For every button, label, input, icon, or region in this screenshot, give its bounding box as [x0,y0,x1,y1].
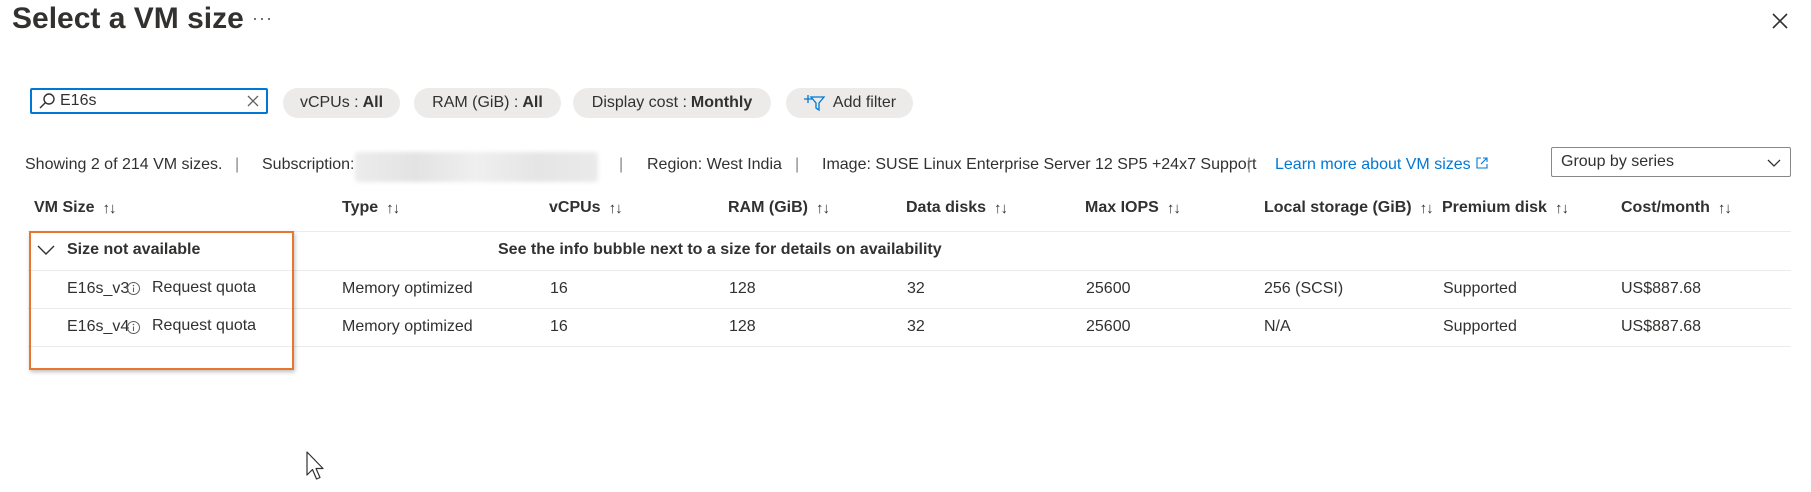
column-header-data-disks[interactable]: Data disks ↑↓ [906,199,1008,217]
mouse-cursor-icon [306,451,324,480]
cell-ram: 128 [729,280,756,297]
page-title: Select a VM size [12,2,244,35]
sort-icon: ↑↓ [1166,199,1181,217]
group-info-text: See the info bubble next to a size for d… [498,241,942,258]
ram-filter-value: All [522,94,543,111]
cell-premium-disk: Supported [1443,280,1517,297]
more-options-button[interactable]: ··· [252,8,273,29]
cell-max-iops: 25600 [1086,280,1131,297]
column-header-label: Data disks [906,199,987,216]
column-header-label: Premium disk [1442,199,1547,216]
column-header-label: Max IOPS [1085,199,1159,216]
search-box[interactable] [30,88,268,114]
cell-data-disks: 32 [907,318,925,335]
column-header-label: Local storage (GiB) [1264,199,1412,216]
chevron-down-icon [1767,159,1781,167]
image-text: Image: SUSE Linux Enterprise Server 12 S… [822,156,1257,173]
subscription-value-redacted [355,152,598,182]
external-link-icon [1476,157,1488,169]
group-by-dropdown[interactable]: Group by series [1551,147,1791,177]
column-header-local-storage[interactable]: Local storage (GiB) ↑↓ [1264,199,1434,217]
sort-icon: ↑↓ [994,199,1008,217]
column-header-type[interactable]: Type ↑↓ [342,199,400,217]
cost-filter-pill[interactable]: Display cost : Monthly [573,88,771,118]
vcpus-filter-pill[interactable]: vCPUs : All [283,88,400,118]
column-header-label: VM Size [34,199,95,216]
cell-cost: US$887.68 [1621,318,1702,335]
add-filter-label: Add filter [832,94,897,111]
group-by-selected: Group by series [1561,153,1674,170]
column-header-ram[interactable]: RAM (GiB) ↑↓ [728,199,830,217]
column-header-label: vCPUs [549,199,601,216]
cell-cost: US$887.68 [1621,280,1702,297]
highlight-box [29,231,294,370]
search-icon [39,93,55,109]
ram-filter-pill[interactable]: RAM (GiB) : All [414,88,561,118]
add-filter-button[interactable]: Add filter [786,88,913,118]
cell-premium-disk: Supported [1443,318,1517,335]
learn-more-link[interactable]: Learn more about VM sizes [1275,156,1489,174]
cell-ram: 128 [729,318,756,335]
separator: | [235,156,240,173]
column-header-label: RAM (GiB) [728,199,808,216]
cell-local-storage: 256 (SCSI) [1264,280,1344,297]
sort-icon: ↑↓ [608,199,623,217]
vcpus-filter-label: vCPUs : [299,94,359,111]
showing-count: Showing 2 of 214 VM sizes. [25,156,223,173]
sort-icon: ↑↓ [1554,199,1569,217]
column-header-label: Cost/month [1621,199,1710,216]
separator: | [1247,156,1252,173]
search-input[interactable] [58,92,242,110]
column-header-vm-size[interactable]: VM Size ↑↓ [34,199,116,217]
cell-type: Memory optimized [342,280,473,297]
cell-type: Memory optimized [342,318,473,335]
cost-filter-value: Monthly [690,94,753,111]
cell-vcpus: 16 [550,318,568,335]
region-text: Region: West India [647,156,782,173]
separator: | [619,156,624,173]
cell-local-storage: N/A [1264,318,1291,335]
vcpus-filter-value: All [362,94,384,111]
cost-filter-label: Display cost : [591,94,687,111]
cell-data-disks: 32 [907,280,925,297]
separator: | [795,156,800,173]
cell-vcpus: 16 [550,280,568,297]
sort-icon: ↑↓ [1717,199,1732,217]
cell-max-iops: 25600 [1086,318,1131,335]
column-header-max-iops[interactable]: Max IOPS ↑↓ [1085,199,1181,217]
clear-search-icon[interactable] [242,90,264,112]
column-header-label: Type [342,199,379,216]
learn-more-label: Learn more about VM sizes [1275,156,1471,173]
column-header-cost[interactable]: Cost/month ↑↓ [1621,199,1732,217]
column-header-vcpus[interactable]: vCPUs ↑↓ [549,199,623,217]
add-filter-icon [803,95,826,112]
close-icon[interactable] [1767,8,1793,34]
subscription-label: Subscription: [262,156,355,173]
column-header-premium-disk[interactable]: Premium disk ↑↓ [1442,199,1569,217]
sort-icon: ↑↓ [1419,199,1434,217]
sort-icon: ↑↓ [102,199,116,217]
sort-icon: ↑↓ [386,199,400,217]
sort-icon: ↑↓ [815,199,830,217]
ram-filter-label: RAM (GiB) : [432,94,519,111]
